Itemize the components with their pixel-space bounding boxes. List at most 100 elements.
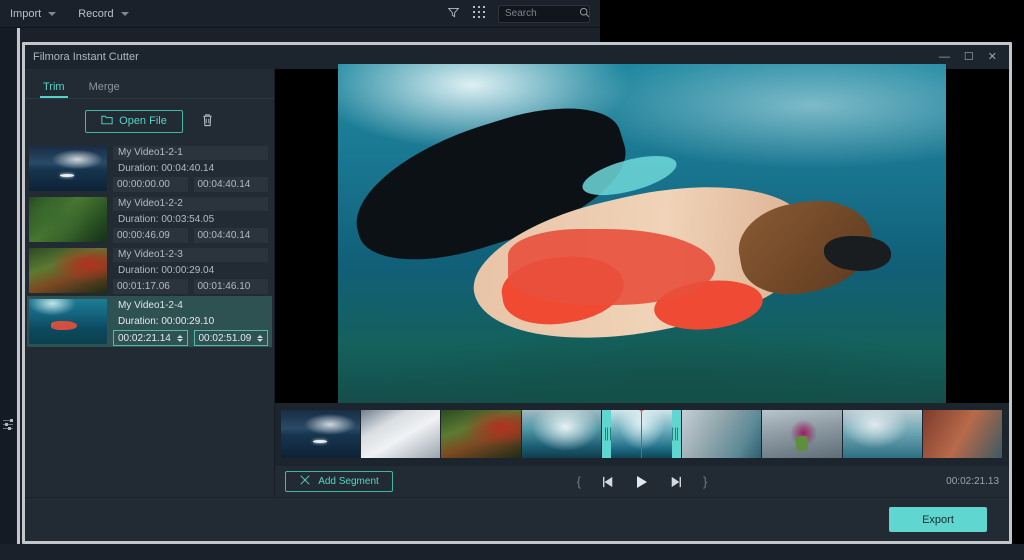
clip-end-field[interactable]: 00:04:40.14 bbox=[194, 228, 269, 243]
menu-record-label: Record bbox=[78, 8, 113, 20]
host-toolbar: Import Record bbox=[0, 0, 600, 28]
clip-start-field[interactable]: 00:00:46.09 bbox=[113, 228, 188, 243]
clip-list[interactable]: My Video1-2-1Duration: 00:04:40.1400:00:… bbox=[25, 143, 274, 497]
clip-start-field[interactable]: 00:00:00.00 bbox=[113, 177, 188, 192]
clip-thumbnail bbox=[29, 299, 107, 344]
search-input[interactable] bbox=[505, 8, 575, 19]
panel-toggle-icon[interactable] bbox=[1, 413, 15, 435]
close-button[interactable]: ✕ bbox=[988, 52, 997, 63]
add-segment-label: Add Segment bbox=[318, 476, 379, 487]
clip-list-item[interactable]: My Video1-2-4Duration: 00:00:29.1000:02:… bbox=[27, 296, 272, 347]
host-toolbar-right bbox=[447, 5, 590, 23]
maximize-button[interactable]: ☐ bbox=[964, 52, 974, 63]
tab-merge[interactable]: Merge bbox=[89, 81, 120, 98]
clip-start-field[interactable]: 00:01:17.06 bbox=[113, 279, 188, 294]
clip-panel: Trim Merge Open File bbox=[25, 69, 275, 497]
chevron-down-icon bbox=[48, 12, 56, 16]
clip-start-value: 00:02:21.14 bbox=[118, 331, 171, 346]
menu-import-label: Import bbox=[10, 8, 41, 20]
end-stepper[interactable] bbox=[257, 335, 263, 342]
clip-thumbnail bbox=[29, 197, 107, 242]
filmstrip-frame[interactable] bbox=[441, 410, 521, 458]
filmstrip-frame[interactable] bbox=[361, 410, 441, 458]
clip-thumbnail bbox=[29, 146, 107, 191]
clip-end-field[interactable]: 00:01:46.10 bbox=[194, 279, 269, 294]
chevron-down-icon bbox=[121, 12, 129, 16]
scissors-icon bbox=[299, 474, 311, 489]
mark-in-button[interactable]: { bbox=[577, 474, 581, 489]
clip-thumbnail bbox=[29, 248, 107, 293]
filter-funnel-icon[interactable] bbox=[447, 6, 460, 22]
clip-details: My Video1-2-4Duration: 00:00:29.1000:02:… bbox=[113, 299, 268, 346]
clip-list-item[interactable]: My Video1-2-2 Duration: 00:03:54.05 00:00:… bbox=[27, 194, 272, 245]
clip-name: My Video1-2-3 bbox=[113, 248, 268, 262]
play-icon[interactable] bbox=[635, 475, 649, 489]
previous-frame-icon[interactable] bbox=[601, 476, 615, 488]
clip-time-fields: 00:00:00.00 00:04:40.14 bbox=[113, 177, 268, 192]
clip-list-item[interactable]: My Video1-2-1Duration: 00:04:40.1400:00:… bbox=[27, 143, 272, 194]
filmstrip-frame[interactable] bbox=[843, 410, 923, 458]
menu-import[interactable]: Import bbox=[10, 8, 56, 20]
grid-view-icon[interactable] bbox=[473, 6, 485, 21]
tab-merge-label: Merge bbox=[89, 81, 120, 93]
clip-end-value: 00:04:40.14 bbox=[198, 228, 251, 243]
tab-trim-label: Trim bbox=[43, 81, 65, 93]
editor-panel: Add Segment { } bbox=[275, 69, 1009, 497]
add-segment-button[interactable]: Add Segment bbox=[285, 471, 393, 492]
clip-list-item[interactable]: My Video1-2-3 Duration: 00:00:29.04 00:01:… bbox=[27, 245, 272, 296]
next-frame-icon[interactable] bbox=[669, 476, 683, 488]
mode-tabs: Trim Merge bbox=[25, 69, 274, 99]
filmstrip-frame[interactable] bbox=[762, 410, 842, 458]
clip-duration: Duration: 00:03:54.05 bbox=[113, 213, 268, 226]
filmstrip-frame[interactable] bbox=[522, 410, 602, 458]
playback-toolbar: Add Segment { } bbox=[275, 465, 1009, 497]
open-file-button[interactable]: Open File bbox=[85, 110, 183, 133]
filmstrip[interactable] bbox=[281, 410, 1003, 458]
host-status-bar bbox=[0, 544, 1024, 560]
video-preview[interactable] bbox=[275, 69, 1009, 403]
mark-out-button[interactable]: } bbox=[703, 474, 707, 489]
trim-selection[interactable] bbox=[602, 410, 681, 458]
menu-record[interactable]: Record bbox=[78, 8, 128, 20]
window-controls: — ☐ ✕ bbox=[939, 52, 1001, 63]
video-frame bbox=[338, 64, 946, 409]
tab-trim[interactable]: Trim bbox=[43, 81, 65, 98]
host-left-rail bbox=[0, 28, 16, 560]
search-box[interactable] bbox=[498, 5, 590, 23]
search-icon[interactable] bbox=[579, 7, 590, 21]
dialog-title: Filmora Instant Cutter bbox=[33, 51, 139, 63]
current-timecode: 00:02:21.13 bbox=[946, 476, 999, 487]
clip-start-field[interactable]: 00:02:21.14 bbox=[113, 330, 188, 346]
trim-handle-left[interactable] bbox=[605, 428, 611, 441]
folder-icon bbox=[101, 114, 113, 128]
screen: Import Record bbox=[0, 0, 1024, 560]
clip-duration: Duration: 00:00:29.04 bbox=[113, 264, 268, 277]
filmstrip-frame[interactable] bbox=[281, 410, 361, 458]
clip-end-field[interactable]: 00:02:51.09 bbox=[194, 330, 269, 346]
clip-time-fields: 00:02:21.14 00:02:51.09 bbox=[113, 330, 268, 346]
clip-panel-toolbar: Open File bbox=[25, 99, 274, 143]
clip-details: My Video1-2-3 Duration: 00:00:29.04 00:01:… bbox=[113, 248, 268, 294]
filmstrip-frame[interactable] bbox=[923, 410, 1003, 458]
minimize-button[interactable]: — bbox=[939, 52, 950, 63]
clip-details: My Video1-2-1Duration: 00:04:40.1400:00:… bbox=[113, 146, 268, 192]
clip-end-value: 00:01:46.10 bbox=[198, 279, 251, 294]
clip-time-fields: 00:00:46.09 00:04:40.14 bbox=[113, 228, 268, 243]
trim-handle-right[interactable] bbox=[672, 428, 678, 441]
filmstrip-frame-selected[interactable] bbox=[602, 410, 682, 458]
clip-name: My Video1-2-2 bbox=[113, 197, 268, 211]
filmstrip-frame[interactable] bbox=[682, 410, 762, 458]
preview-image bbox=[338, 64, 946, 409]
host-vertical-divider bbox=[17, 28, 20, 560]
clip-end-field[interactable]: 00:04:40.14 bbox=[194, 177, 269, 192]
open-file-label: Open File bbox=[119, 115, 167, 127]
dialog-body: Trim Merge Open File bbox=[25, 69, 1009, 497]
clip-name: My Video1-2-4 bbox=[113, 299, 268, 313]
filmstrip-panel[interactable] bbox=[275, 403, 1009, 465]
export-button[interactable]: Export bbox=[889, 507, 987, 532]
trash-icon[interactable] bbox=[201, 113, 214, 130]
playhead-marker[interactable] bbox=[641, 410, 642, 458]
clip-start-value: 00:00:00.00 bbox=[117, 177, 170, 192]
clip-name: My Video1-2-1 bbox=[113, 146, 268, 160]
start-stepper[interactable] bbox=[177, 335, 183, 342]
